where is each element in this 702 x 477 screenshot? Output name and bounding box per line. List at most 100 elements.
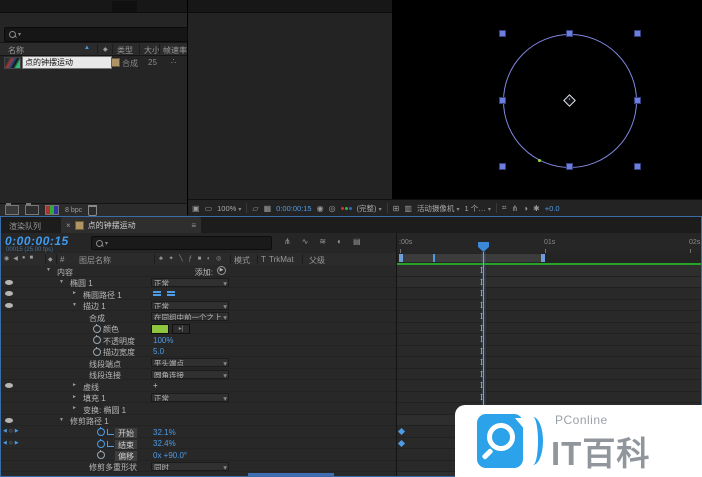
property-row[interactable]: ►虚线+ — [1, 380, 396, 392]
property-row[interactable]: ▼内容添加:▶ — [1, 265, 396, 277]
show-snapshot-icon[interactable]: ◎ — [329, 204, 336, 213]
track-row[interactable]: I — [397, 392, 701, 404]
tab-composition[interactable]: × 点的钟摆运动 ≡ — [61, 217, 201, 233]
shy-icon[interactable]: ∿ — [302, 237, 309, 246]
property-row[interactable]: 偏移0x +90.0° — [1, 449, 396, 461]
visibility-eye-icon[interactable] — [5, 418, 13, 423]
visibility-eye-icon[interactable] — [5, 291, 13, 296]
view-select[interactable]: 活动摄像机 ▾ — [417, 203, 460, 214]
property-value[interactable]: 0x +90.0° — [153, 451, 187, 460]
stopwatch-icon[interactable] — [93, 325, 101, 333]
keyframe-navigator[interactable]: ◀◇▶ — [3, 428, 21, 434]
property-row[interactable]: 修剪多重形状同时▾ — [1, 461, 396, 473]
grid-guides-icon[interactable]: ⌗ — [502, 203, 507, 213]
property-dropdown[interactable]: 平头端点▾ — [151, 358, 229, 367]
add-dash-button[interactable]: + — [153, 381, 158, 390]
secondary-swatch[interactable]: ▸| — [172, 324, 190, 334]
column-t[interactable]: T — [261, 255, 266, 264]
track-row[interactable]: I — [397, 380, 701, 392]
property-row[interactable]: ▼描边 1正常▾ — [1, 300, 396, 312]
new-folder-icon[interactable] — [5, 205, 19, 215]
add-button-icon[interactable]: ▶ — [217, 266, 226, 275]
property-row[interactable]: 线段连接圆角连接▾ — [1, 369, 396, 381]
adjust-exposure-icon[interactable]: ◑ — [523, 204, 528, 213]
property-value[interactable]: 32.4% — [153, 439, 176, 448]
work-area-end-handle[interactable] — [541, 254, 545, 262]
column-name[interactable]: 名称 — [8, 45, 24, 56]
twirl-icon[interactable]: ▼ — [72, 302, 77, 308]
property-value[interactable]: 32.1% — [153, 428, 176, 437]
track-row[interactable]: I — [397, 323, 701, 335]
eye-column-icon[interactable]: ◉ — [4, 255, 9, 262]
label-color-chip[interactable] — [111, 58, 120, 67]
property-value[interactable]: 5.0 — [153, 347, 164, 356]
property-row[interactable]: ►填充 1正常▾ — [1, 392, 396, 404]
selection-handle[interactable] — [499, 30, 506, 37]
layer-switches-header[interactable]: ♣ ✦ ╲ ƒ ■ ◐ ◎ — [159, 255, 223, 262]
gear-icon[interactable]: ✱ — [533, 204, 540, 213]
project-search-input[interactable]: ▾ — [4, 27, 188, 42]
view-layout-select[interactable]: 1 个… ▾ — [465, 203, 491, 214]
exposure-value[interactable]: +0.0 — [545, 204, 560, 213]
graph-include-icon[interactable] — [107, 429, 114, 435]
mini-flowchart-icon[interactable]: ⋔ — [511, 204, 518, 213]
stopwatch-icon[interactable] — [97, 451, 105, 459]
track-row[interactable]: I — [397, 346, 701, 358]
twirl-icon[interactable]: ▼ — [46, 267, 51, 273]
project-item-row[interactable]: 点的钟摆运动 合成 25 ∴ — [0, 56, 187, 69]
sort-ascending-icon[interactable]: ▲ — [84, 45, 90, 51]
visibility-eye-icon[interactable] — [5, 280, 13, 285]
property-row[interactable]: 线段端点平头端点▾ — [1, 357, 396, 369]
twirl-icon[interactable]: ▼ — [59, 279, 64, 285]
track-row[interactable]: I — [397, 265, 701, 277]
track-row[interactable]: I — [397, 288, 701, 300]
bit-depth-label[interactable]: 8 bpc — [65, 207, 82, 214]
column-type[interactable]: 类型 — [117, 45, 133, 56]
timeline-search-input[interactable]: ▾ — [91, 236, 272, 250]
property-row[interactable]: 合成在同组中前一个之上▾ — [1, 311, 396, 323]
graph-include-icon[interactable] — [107, 441, 114, 447]
twirl-icon[interactable]: ▼ — [59, 417, 64, 423]
stopwatch-icon[interactable] — [93, 348, 101, 356]
tag-column-icon[interactable]: ◆ — [103, 46, 108, 53]
timeline-marker[interactable] — [433, 254, 435, 262]
property-value[interactable]: 100% — [153, 336, 173, 345]
folder-icon[interactable] — [25, 205, 39, 215]
property-row[interactable]: ▼椭圆 1正常▾ — [1, 277, 396, 289]
item-name-edit-field[interactable]: 点的钟摆运动 — [22, 56, 112, 69]
keyframe-navigator[interactable]: ◀◇▶ — [3, 440, 21, 446]
property-row[interactable]: 描边宽度5.0 — [1, 346, 396, 358]
selection-handle[interactable] — [634, 30, 641, 37]
motion-blur-icon[interactable]: ◐ — [337, 237, 342, 246]
work-area-bar[interactable] — [399, 254, 545, 262]
selection-handle[interactable] — [499, 97, 506, 104]
composition-viewer[interactable] — [393, 0, 702, 199]
close-icon[interactable]: × — [66, 221, 71, 230]
selection-handle[interactable] — [566, 163, 573, 170]
property-row[interactable] — [1, 472, 396, 476]
property-row[interactable]: 不透明度100% — [1, 334, 396, 346]
display-icon[interactable]: ▭ — [205, 204, 213, 213]
twirl-icon[interactable]: ► — [72, 394, 77, 400]
selection-handle[interactable] — [566, 30, 573, 37]
camera-snapshot-icon[interactable]: ◉ — [317, 204, 324, 213]
property-row[interactable]: ◀◇▶开始32.1% — [1, 426, 396, 438]
stopwatch-icon[interactable] — [93, 336, 101, 344]
property-row[interactable]: ◀◇▶结束32.4% — [1, 438, 396, 450]
number-column[interactable]: # — [60, 255, 64, 264]
property-dropdown[interactable]: 在同组中前一个之上▾ — [151, 312, 229, 321]
property-row[interactable]: ►椭圆路径 1 — [1, 288, 396, 300]
track-row[interactable]: I — [397, 369, 701, 381]
property-row[interactable]: ►变换: 椭圆 1 — [1, 403, 396, 415]
selection-handle[interactable] — [499, 163, 506, 170]
property-dropdown[interactable]: 圆角连接▾ — [151, 370, 229, 379]
track-row[interactable]: I — [397, 300, 701, 312]
property-dropdown[interactable]: 正常▾ — [151, 278, 229, 287]
property-row[interactable]: ▼修剪路径 1 — [1, 415, 396, 427]
magnification-select[interactable]: 100% ▾ — [217, 204, 241, 213]
label-column-icon[interactable]: ◆ — [48, 256, 53, 263]
color-swatch[interactable] — [151, 324, 169, 334]
rgb-channels-icon[interactable] — [341, 207, 352, 210]
resolution-select[interactable]: (完整) ▾ — [357, 203, 382, 214]
column-size[interactable]: 大小 — [144, 45, 160, 56]
